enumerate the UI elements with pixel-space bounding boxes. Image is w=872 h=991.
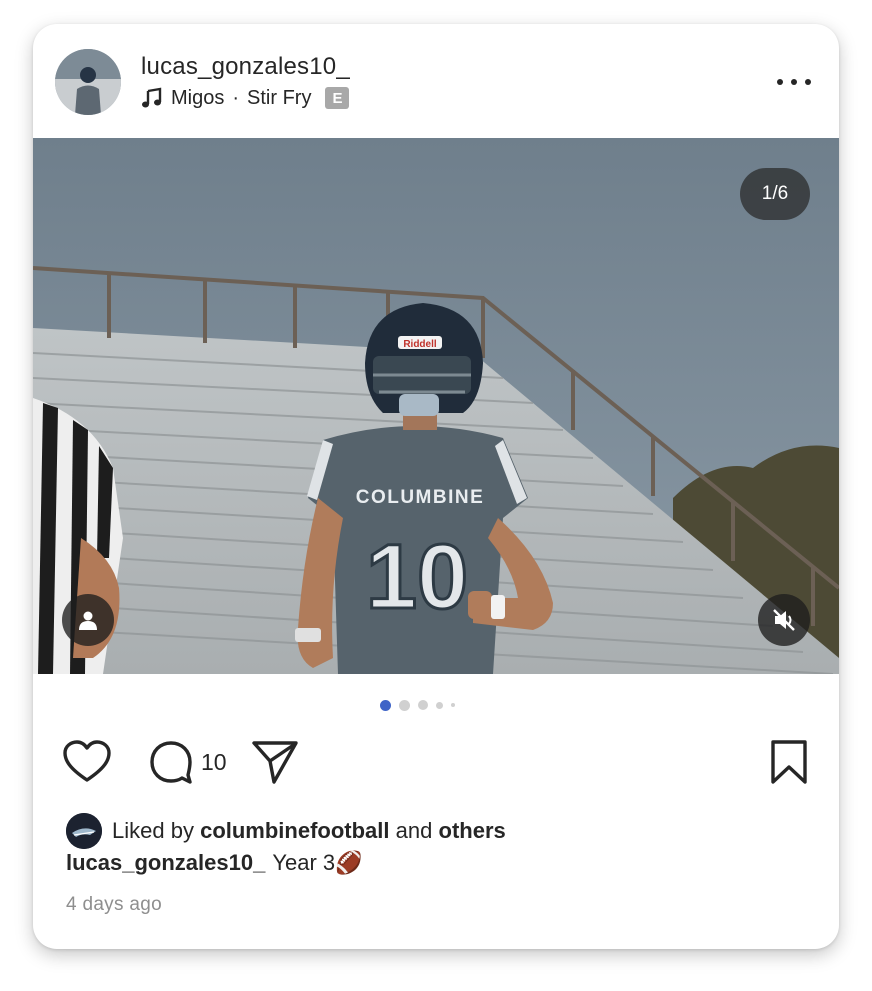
more-dot-icon <box>791 79 797 85</box>
carousel-dot <box>435 701 443 709</box>
likes-prefix: Liked by <box>112 818 194 843</box>
music-separator: · <box>232 86 240 109</box>
like-button[interactable] <box>63 738 111 786</box>
send-paper-plane-icon <box>251 741 298 784</box>
more-dot-icon <box>805 79 811 85</box>
more-options-button[interactable] <box>777 68 811 96</box>
save-bookmark-button[interactable] <box>767 738 811 786</box>
user-avatar[interactable] <box>55 49 121 115</box>
likes-summary[interactable]: Liked by columbinefootball and others <box>66 813 506 849</box>
post-actions: 10 <box>63 736 299 788</box>
jersey-number-text: 10 <box>366 526 468 628</box>
share-button[interactable] <box>251 738 299 786</box>
carousel-dot-active <box>379 699 391 711</box>
bookmark-icon <box>771 740 807 784</box>
caption-text: Year 3🏈 <box>272 850 363 875</box>
carousel-dot <box>450 703 455 707</box>
jersey-team-text: COLUMBINE <box>356 487 485 508</box>
helmet-brand-text: Riddell <box>403 339 437 350</box>
media-counter-badge: 1/6 <box>740 168 810 220</box>
post-username[interactable]: lucas_gonzales10_ <box>141 53 350 81</box>
tagged-people-button[interactable] <box>62 594 114 646</box>
liker-avatar <box>66 813 102 849</box>
columbine-logo-icon <box>66 813 102 849</box>
speaker-muted-icon <box>773 609 795 631</box>
music-note-icon <box>142 87 162 108</box>
post-timestamp: 4 days ago <box>66 894 162 915</box>
comment-button[interactable] <box>147 738 195 786</box>
post-photo[interactable]: COLUMBINE 10 Riddell 1/6 <box>33 138 839 674</box>
music-song: Stir Fry <box>247 86 312 109</box>
heart-icon <box>63 740 111 782</box>
post-caption: lucas_gonzales10_ Year 3🏈 <box>66 850 363 876</box>
carousel-dot <box>417 700 428 710</box>
explicit-badge: E <box>325 87 350 109</box>
music-info[interactable]: Migos · Stir Fry E <box>141 85 350 111</box>
post-card: lucas_gonzales10_ Migos · Stir Fry E COL… <box>33 24 839 949</box>
carousel-dot <box>398 699 410 711</box>
comment-bubble-icon <box>150 741 192 784</box>
carousel-indicator <box>33 698 839 712</box>
more-dot-icon <box>777 79 783 85</box>
music-artist: Migos <box>171 86 225 109</box>
comment-count: 10 <box>201 748 227 775</box>
caption-username[interactable]: lucas_gonzales10_ <box>66 850 265 876</box>
likes-conjunction: and <box>395 818 433 843</box>
likes-user[interactable]: columbinefootball <box>200 818 389 844</box>
mute-audio-button[interactable] <box>758 594 810 646</box>
person-icon <box>79 611 97 630</box>
likes-others[interactable]: others <box>439 818 506 844</box>
football-player-photo: COLUMBINE 10 Riddell <box>33 138 839 674</box>
